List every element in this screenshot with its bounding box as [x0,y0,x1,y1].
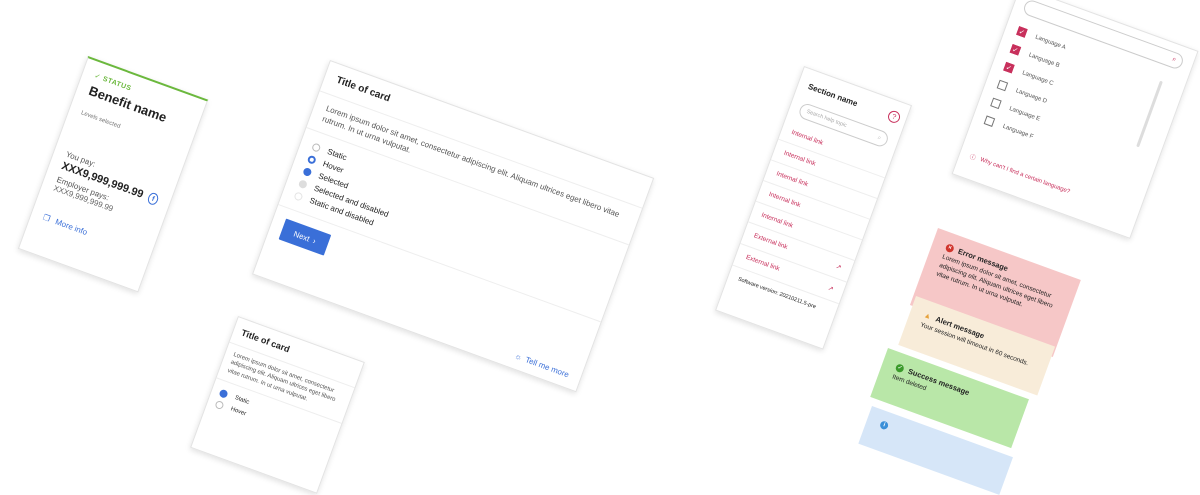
more-info-label: More info [54,217,89,238]
radio-label: Static [233,395,250,406]
help-nav-panel: Section name ? Search help topic ⌕ Inter… [715,66,913,350]
external-link-icon: ↗ [826,284,835,294]
nav-link-label: External link [744,253,781,273]
info-icon: i [878,420,890,431]
checkbox-icon [983,115,996,127]
language-label: Language F [1002,123,1035,140]
nav-link-label: Internal link [790,128,825,147]
search-icon: ⌕ [877,134,882,141]
search-icon: ⌕ [1171,55,1178,64]
radio-icon [306,154,317,165]
error-icon: × [944,242,956,253]
frequency-icon[interactable]: f [146,191,160,207]
chevron-right-icon: › [311,236,318,246]
nav-link-label: Internal link [775,170,809,189]
why-language-label: Why can't I find a certain language? [979,156,1071,195]
radio-label: Hover [229,406,247,418]
radio-disabled-icon [297,178,309,190]
nav-link-label: Internal link [782,149,817,168]
benefit-card[interactable]: ✓ STATUS Benefit name Levels selected Yo… [17,56,209,293]
checkbox-checked-icon: ✓ [1009,44,1022,56]
checkbox-icon [996,79,1009,92]
next-label: Next [292,229,311,244]
why-language-link[interactable]: ⓘ Why can't I find a certain language? [968,151,1071,196]
external-link-icon: ↗ [834,263,843,272]
search-placeholder: Search help topic [805,108,848,129]
lightbulb-icon: ☼ [513,351,524,363]
success-icon: ✓ [894,362,906,373]
nav-link-label: Internal link [760,211,794,230]
nav-link-label: Internal link [767,190,802,209]
more-info-link[interactable]: ❐ More info [42,213,141,256]
nav-link-label: External link [752,232,789,252]
next-button[interactable]: Next › [278,218,332,256]
radio-icon [214,400,225,411]
radio-disabled-icon [293,191,304,202]
tell-me-more-label: Tell me more [524,355,571,380]
checkbox-icon [990,97,1002,110]
checkbox-checked-icon: ✓ [1003,61,1015,74]
language-filter-panel: ⌕ ✓ Language A ✓ Language B ✓ Language C La… [951,0,1199,239]
radio-icon [311,142,322,153]
warning-icon: ▲ [922,310,933,322]
copy-icon: ❐ [41,212,52,224]
info-icon: ⓘ [968,154,977,162]
card-small: Title of card Lorem ipsum dolor sit amet… [190,316,365,494]
radio-icon [218,388,229,400]
checkbox-checked-icon: ✓ [1016,26,1028,38]
radio-selected-icon [302,166,313,178]
tell-me-more-link[interactable]: ☼ Tell me more [513,351,570,379]
